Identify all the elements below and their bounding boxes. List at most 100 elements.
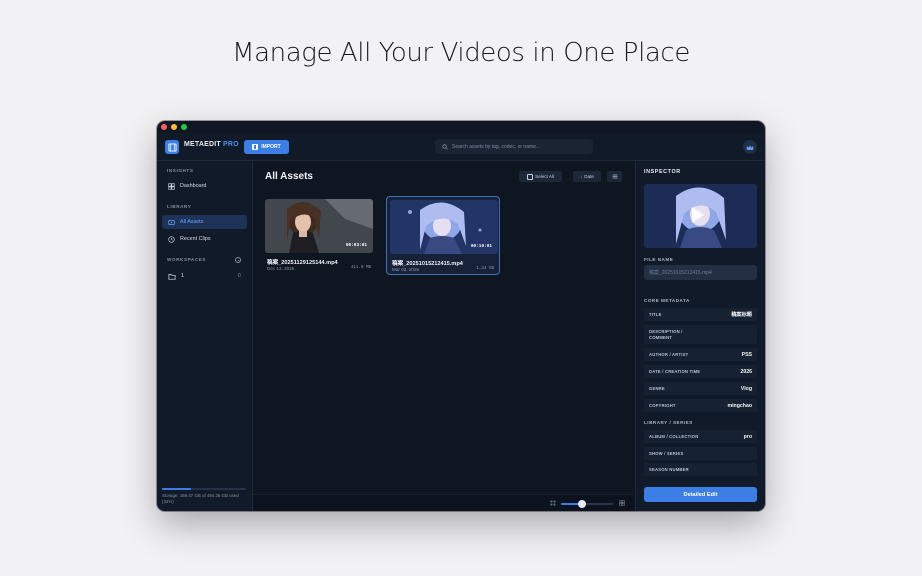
bottom-bar [253, 494, 634, 511]
zoom-slider-handle[interactable] [577, 500, 586, 508]
sort-arrow-icon: ↓ [579, 174, 583, 179]
sidebar-item-label: Recent Clips [180, 236, 211, 242]
add-workspace-icon[interactable] [235, 257, 241, 263]
select-all-label: Select All [535, 174, 554, 179]
asset-size: 411.9 MB [350, 266, 371, 270]
sort-label: Date [584, 174, 594, 179]
folder-video-icon [168, 219, 175, 225]
duration-badge: 00:10:01 [470, 244, 492, 249]
meta-row-copyright[interactable]: COPYRIGHT mingchao [644, 399, 757, 412]
file-name-field[interactable]: 稿案_20251015212415.mp4 [644, 265, 757, 280]
sidebar: INSIGHTS Dashboard LIBRARY All Assets Re… [157, 161, 253, 511]
avatar[interactable] [743, 140, 757, 154]
inspector-panel: INSPECTOR FILE NAME 稿案_20251015212415.mp… [635, 161, 765, 511]
main-content: All Assets Select All ↓ Date 00:03:01 稿案… [253, 161, 634, 511]
storage-progress-fill [162, 488, 191, 490]
import-button[interactable]: IMPORT [244, 140, 289, 154]
large-grid-icon[interactable] [619, 500, 625, 506]
video-preview[interactable] [644, 184, 757, 248]
window-controls [161, 124, 187, 130]
meta-row-show[interactable]: SHOW / SERIES [644, 447, 757, 460]
close-window-button[interactable] [161, 124, 167, 130]
meta-key: DATE / CREATION TIME [649, 368, 701, 374]
meta-row-date[interactable]: DATE / CREATION TIME 2026 [644, 365, 757, 378]
sidebar-item-dashboard[interactable]: Dashboard [162, 179, 247, 193]
meta-row-author[interactable]: AUTHOR / ARTIST PSS [644, 348, 757, 361]
asset-filename: 稿案_20251129125144.mp4 [267, 260, 338, 266]
meta-value: Vlog [740, 385, 752, 392]
film-logo-icon [165, 140, 179, 154]
asset-date: Mar 03, 2026 [392, 267, 420, 272]
sort-date-button[interactable]: ↓ Date [573, 171, 601, 182]
video-thumbnail: 00:03:01 [265, 199, 373, 253]
meta-value: PSS [741, 351, 752, 358]
meta-row-description[interactable]: DESCRIPTION / COMMENT [644, 325, 757, 344]
page-title: All Assets [265, 171, 313, 182]
minimize-window-button[interactable] [171, 124, 177, 130]
meta-key: SHOW / SERIES [649, 450, 684, 456]
sidebar-item-workspace[interactable]: 1 [162, 269, 247, 283]
meta-value: 2026 [740, 368, 752, 375]
hero-title: Manage All Your Videos in One Place [232, 38, 690, 68]
meta-key: TITLE [649, 311, 662, 317]
library-section-label: LIBRARY [167, 204, 192, 209]
storage-text: Storage: 169.47 GB of 494.38 GB used (34… [162, 493, 239, 504]
meta-key: DESCRIPTION / COMMENT [649, 329, 683, 340]
list-view-button[interactable] [607, 171, 622, 182]
meta-key: SEASON NUMBER [649, 466, 689, 472]
sidebar-item-recent-clips[interactable]: Recent Clips [162, 232, 247, 246]
meta-row-genre[interactable]: GENRE Vlog [644, 382, 757, 395]
app-window: METAEDIT PRO IMPORT INSIGHTS Dashboard L… [157, 121, 765, 511]
meta-value: mingchao [727, 402, 753, 409]
import-label: IMPORT [261, 144, 281, 150]
meta-value: pro [743, 433, 752, 440]
select-all-button[interactable]: Select All [519, 171, 562, 182]
crown-icon [746, 144, 754, 150]
search-bar[interactable] [435, 139, 593, 154]
duration-badge: 00:03:01 [345, 243, 367, 248]
folder-icon [168, 273, 176, 280]
meta-key: GENRE [649, 385, 665, 391]
meta-value: 稿案标题 [731, 312, 752, 318]
insights-section-label: INSIGHTS [167, 168, 194, 173]
app-name-suffix: PRO [223, 141, 239, 148]
sidebar-item-label: All Assets [180, 219, 204, 225]
workspaces-section-label: WORKSPACES [167, 257, 207, 262]
asset-date: Dec 13, 2025 [267, 266, 295, 271]
library-series-label: LIBRARY / SERIES [644, 420, 693, 425]
sidebar-item-label: Dashboard [180, 183, 207, 189]
workspace-name: 1 [181, 273, 184, 279]
video-thumbnail: 00:10:01 [390, 200, 498, 254]
search-input[interactable] [452, 143, 582, 150]
meta-key: ALBUM / COLLECTION [649, 433, 699, 439]
inspector-title: INSPECTOR [644, 169, 681, 175]
clock-icon [168, 235, 175, 243]
meta-row-season[interactable]: SEASON NUMBER [644, 463, 757, 476]
sidebar-item-all-assets[interactable]: All Assets [162, 215, 247, 229]
storage-progress-bar [162, 488, 246, 490]
detailed-edit-button[interactable]: Detailed Edit [644, 487, 757, 502]
asset-card[interactable]: 00:03:01 稿案_20251129125144.mp4 Dec 13, 2… [265, 199, 373, 275]
asset-filename: 稿案_20251015212415.mp4 [392, 261, 463, 267]
meta-key: AUTHOR / ARTIST [649, 351, 689, 357]
file-name-label: FILE NAME [644, 257, 674, 262]
play-icon[interactable] [692, 207, 704, 223]
meta-row-album[interactable]: ALBUM / COLLECTION pro [644, 430, 757, 443]
dashboard-icon [168, 182, 175, 190]
top-toolbar: METAEDIT PRO IMPORT [157, 133, 765, 161]
meta-key: COPYRIGHT [649, 402, 676, 408]
core-metadata-label: CORE METADATA [644, 298, 690, 303]
list-icon [612, 174, 617, 179]
workspace-count: 0 [238, 273, 241, 279]
zoom-slider[interactable] [561, 500, 613, 508]
checkbox-icon [527, 173, 534, 180]
meta-row-title[interactable]: TITLE 稿案标题 [644, 308, 757, 321]
asset-card-selected[interactable]: 00:10:01 稿案_20251015212415.mp4 Mar 03, 2… [386, 196, 500, 275]
asset-size: 1.34 GB [476, 267, 494, 271]
maximize-window-button[interactable] [181, 124, 187, 130]
app-title: METAEDIT PRO [184, 141, 239, 148]
app-name: METAEDIT [184, 141, 221, 148]
small-grid-icon[interactable] [550, 500, 556, 506]
search-icon [442, 143, 448, 150]
import-icon [252, 144, 259, 150]
